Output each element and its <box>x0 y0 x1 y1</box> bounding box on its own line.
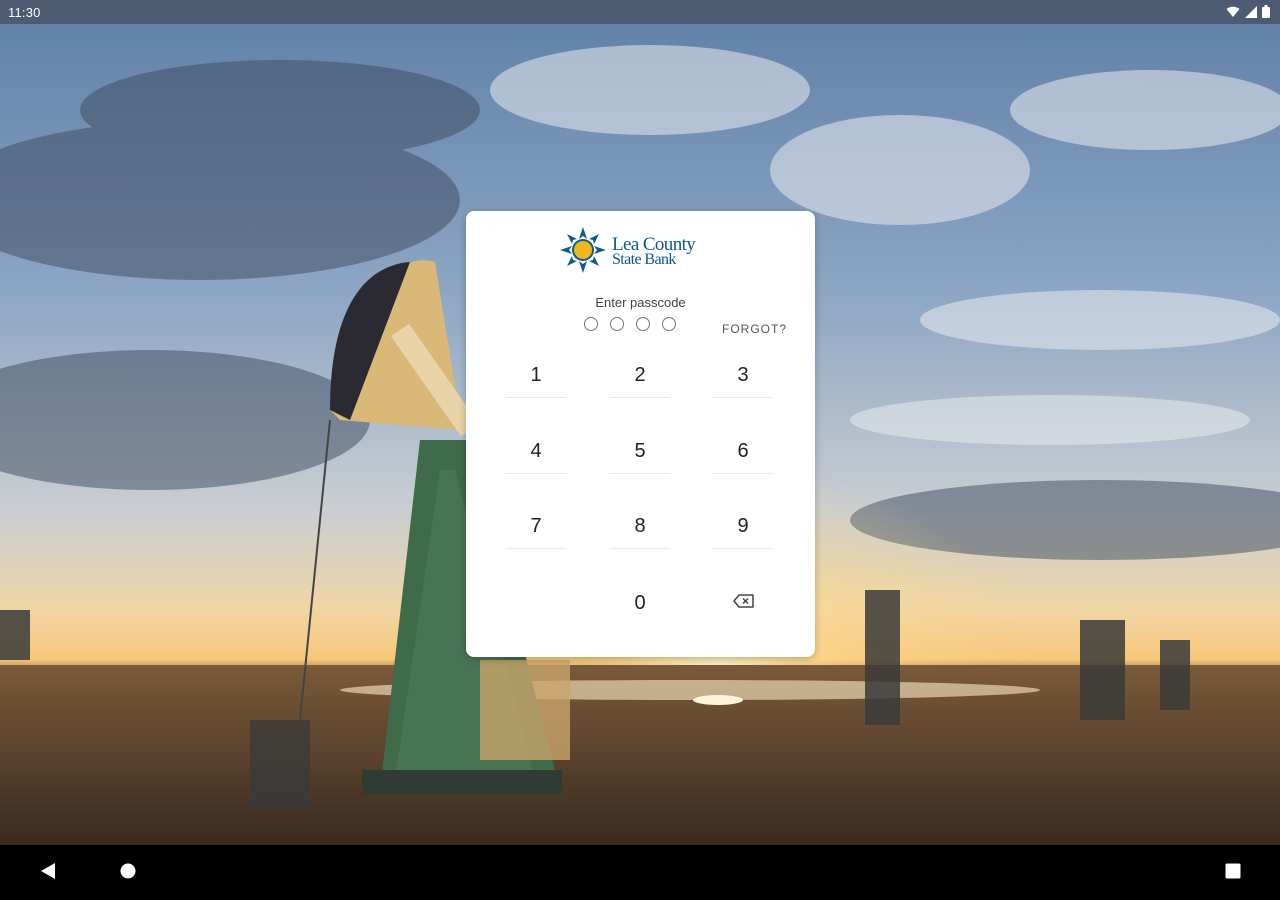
nav-back-button[interactable] <box>37 862 59 884</box>
bank-logo: Lea County State Bank <box>560 226 724 278</box>
backspace-button[interactable] <box>714 581 774 625</box>
passcode-dialog: Lea County State Bank Enter passcode FOR… <box>466 211 815 657</box>
key-1[interactable]: 1 <box>506 353 566 398</box>
key-0[interactable]: 0 <box>610 581 670 625</box>
key-2[interactable]: 2 <box>610 353 670 398</box>
key-5[interactable]: 5 <box>610 429 670 474</box>
sun-star-logo-icon <box>560 226 606 278</box>
home-circle-icon <box>120 863 136 884</box>
status-icons <box>1226 5 1270 21</box>
passcode-dot-2 <box>610 317 624 331</box>
passcode-dot-4 <box>662 317 676 331</box>
signal-icon <box>1245 5 1257 21</box>
status-bar: 11:30 <box>0 0 1280 24</box>
recents-square-icon <box>1225 863 1241 884</box>
key-6[interactable]: 6 <box>713 429 773 474</box>
battery-icon <box>1262 5 1270 21</box>
key-3[interactable]: 3 <box>713 353 773 398</box>
wifi-icon <box>1226 6 1240 21</box>
passcode-dot-1 <box>584 317 598 331</box>
back-triangle-icon <box>41 862 55 884</box>
nav-home-button[interactable] <box>117 862 139 884</box>
key-7[interactable]: 7 <box>506 504 566 549</box>
passcode-dot-3 <box>636 317 650 331</box>
forgot-passcode-button[interactable]: FORGOT? <box>722 322 787 336</box>
bank-name: Lea County State Bank <box>612 233 696 268</box>
passcode-prompt: Enter passcode <box>595 295 686 310</box>
navigation-bar <box>0 845 1280 900</box>
nav-recents-button[interactable] <box>1222 862 1244 884</box>
bank-name-line2: State Bank <box>612 250 676 268</box>
passcode-dots <box>584 317 676 331</box>
key-8[interactable]: 8 <box>610 504 670 549</box>
key-9[interactable]: 9 <box>713 504 773 549</box>
key-4[interactable]: 4 <box>506 429 566 474</box>
status-time: 11:30 <box>8 5 41 20</box>
bank-name-line1: Lea County <box>612 233 696 255</box>
backspace-icon <box>733 593 755 613</box>
